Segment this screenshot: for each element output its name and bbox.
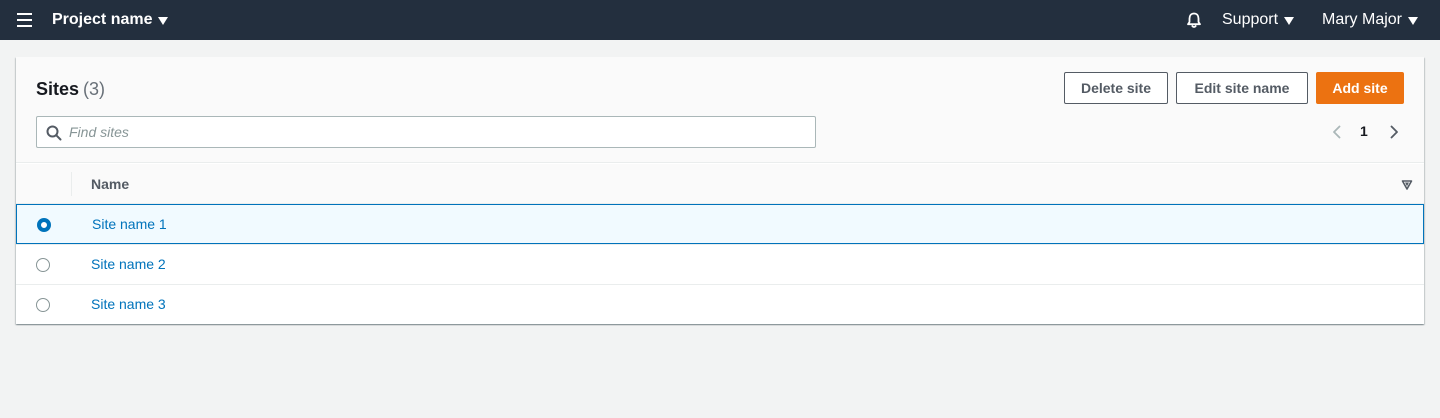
column-header-name[interactable]: Name xyxy=(91,164,129,204)
site-count: (3) xyxy=(83,79,106,99)
table-row[interactable]: Site name 2 xyxy=(16,244,1424,284)
page-number[interactable]: 1 xyxy=(1360,123,1368,139)
title-text: Sites xyxy=(36,79,80,99)
project-name: Project name xyxy=(52,11,153,28)
row-radio[interactable] xyxy=(36,258,50,272)
site-name-link[interactable]: Site name 1 xyxy=(92,205,167,243)
caret-down-icon xyxy=(1408,17,1419,25)
search-input[interactable] xyxy=(69,118,809,146)
menu-icon[interactable] xyxy=(17,13,32,27)
column-settings-icon[interactable] xyxy=(1401,179,1413,191)
site-name-link[interactable]: Site name 3 xyxy=(91,285,166,323)
edit-site-name-button[interactable]: Edit site name xyxy=(1176,72,1308,104)
sites-table-container: Sites (3) Delete site Edit site name Add … xyxy=(16,57,1424,324)
page-title: Sites (3) xyxy=(36,77,105,101)
user-name: Mary Major xyxy=(1322,11,1403,28)
chevron-right-icon[interactable] xyxy=(1386,124,1402,140)
support-label: Support xyxy=(1222,11,1279,28)
search-field xyxy=(36,116,816,148)
row-radio[interactable] xyxy=(36,298,50,312)
chevron-left-icon[interactable] xyxy=(1329,124,1345,140)
project-selector[interactable]: Project name xyxy=(52,0,169,40)
delete-site-button[interactable]: Delete site xyxy=(1064,72,1168,104)
top-navigation: Project name Support Mary Major xyxy=(0,0,1440,40)
table-row[interactable]: Site name 1 xyxy=(16,204,1424,244)
row-radio[interactable] xyxy=(37,218,51,232)
search-icon xyxy=(46,125,62,141)
caret-down-icon xyxy=(1284,17,1295,25)
user-menu[interactable]: Mary Major xyxy=(1322,0,1419,40)
support-menu[interactable]: Support xyxy=(1222,0,1295,40)
caret-down-icon xyxy=(158,17,169,25)
site-name-link[interactable]: Site name 2 xyxy=(91,245,166,283)
table-header-area: Sites (3) Delete site Edit site name Add … xyxy=(16,57,1424,163)
column-divider xyxy=(71,172,72,196)
table-header-row: Name xyxy=(16,164,1424,204)
bell-icon[interactable] xyxy=(1185,11,1203,29)
table-row[interactable]: Site name 3 xyxy=(16,284,1424,324)
add-site-button[interactable]: Add site xyxy=(1316,72,1404,104)
